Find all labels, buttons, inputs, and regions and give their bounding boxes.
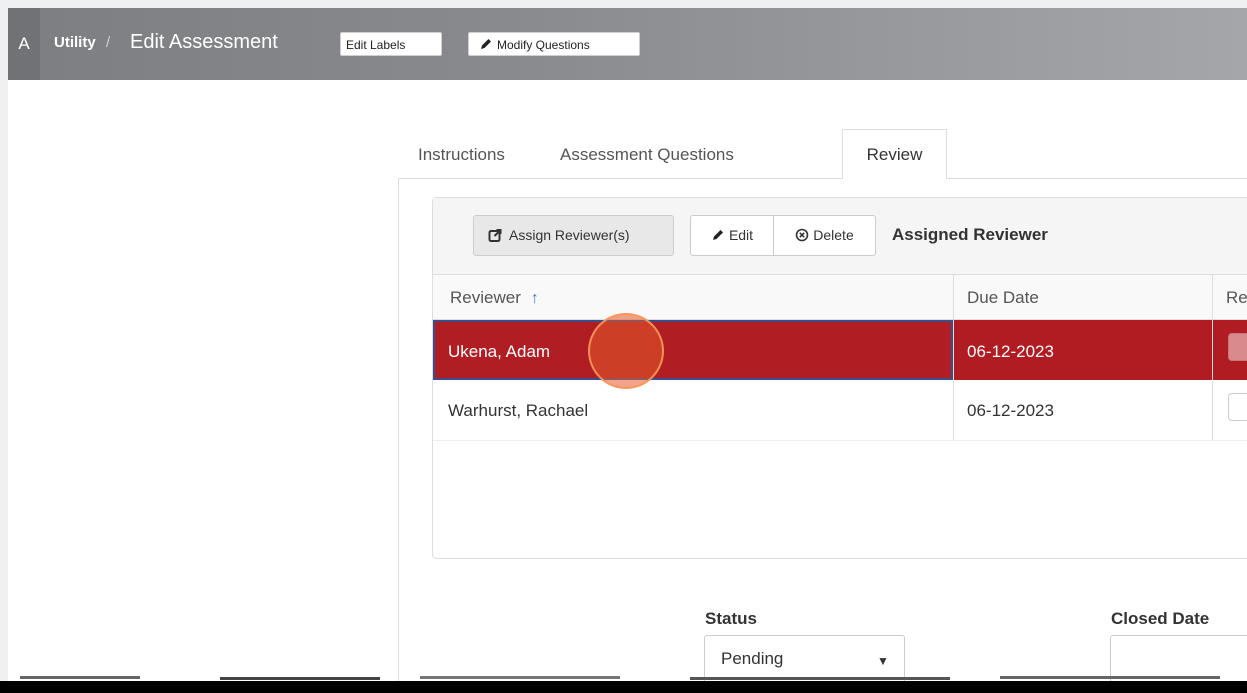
cell-reviewer[interactable]: Warhurst, Rachael xyxy=(448,401,588,421)
tab-divider xyxy=(398,178,1247,179)
page-title: Edit Assessment xyxy=(130,31,278,53)
row-checkbox[interactable] xyxy=(1228,393,1247,421)
close-circle-icon xyxy=(795,228,809,242)
app-logo[interactable]: A xyxy=(8,8,40,80)
header-bar: A Utility / Edit Assessment Edit Labels … xyxy=(8,8,1247,80)
content-border xyxy=(398,178,399,693)
row-action-group: Edit Delete xyxy=(690,215,876,256)
column-header-reviewer-label: Reviewer xyxy=(450,288,521,307)
tab-assessment-questions[interactable]: Assessment Questions xyxy=(560,145,734,165)
edit-labels-label: Edit Labels xyxy=(346,38,406,52)
breadcrumb-utility[interactable]: Utility xyxy=(54,34,96,51)
tab-instructions[interactable]: Instructions xyxy=(418,145,505,165)
delete-label: Delete xyxy=(813,227,854,243)
assign-reviewers-button[interactable]: Assign Reviewer(s) xyxy=(473,215,674,256)
row-divider xyxy=(433,440,1247,441)
status-select-value: Pending xyxy=(721,649,784,668)
arrow-up-icon: ↑ xyxy=(530,290,539,307)
pencil-icon xyxy=(712,230,723,240)
share-icon xyxy=(488,229,502,242)
status-label: Status xyxy=(705,609,757,628)
closed-date-label: Closed Date xyxy=(1111,609,1210,628)
click-indicator xyxy=(588,313,664,389)
cell-reviewer[interactable]: Ukena, Adam xyxy=(448,342,550,362)
modify-questions-button[interactable]: Modify Questions xyxy=(468,32,640,56)
breadcrumb-separator: / xyxy=(106,34,111,51)
row-checkbox[interactable] xyxy=(1228,333,1247,361)
column-header-reviewer[interactable]: Reviewer ↑ xyxy=(450,288,539,308)
grid-header xyxy=(433,274,1247,320)
screen-bottom-edge xyxy=(0,681,1247,693)
chevron-down-icon: ▼ xyxy=(877,654,889,668)
edit-button[interactable]: Edit xyxy=(691,216,774,255)
table-row-selected[interactable] xyxy=(433,320,1247,380)
column-divider xyxy=(953,274,954,440)
assign-reviewers-label: Assign Reviewer(s) xyxy=(509,227,630,243)
edit-labels-button[interactable]: Edit Labels xyxy=(340,32,442,56)
pencil-icon xyxy=(481,39,491,49)
cell-due-date[interactable]: 06-12-2023 xyxy=(967,401,1054,421)
tab-review[interactable]: Review xyxy=(842,129,947,179)
edit-label: Edit xyxy=(728,227,754,243)
column-divider xyxy=(1212,274,1213,440)
column-header-due-date[interactable]: Due Date xyxy=(967,288,1039,308)
cell-due-date[interactable]: 06-12-2023 xyxy=(967,342,1054,362)
window-frame-left xyxy=(0,0,8,693)
panel-title: Assigned Reviewer xyxy=(892,225,1048,244)
delete-button[interactable]: Delete xyxy=(774,216,875,255)
modify-questions-label: Modify Questions xyxy=(497,38,590,52)
column-header-review[interactable]: Re xyxy=(1226,288,1247,308)
window-frame-top xyxy=(0,0,1247,8)
